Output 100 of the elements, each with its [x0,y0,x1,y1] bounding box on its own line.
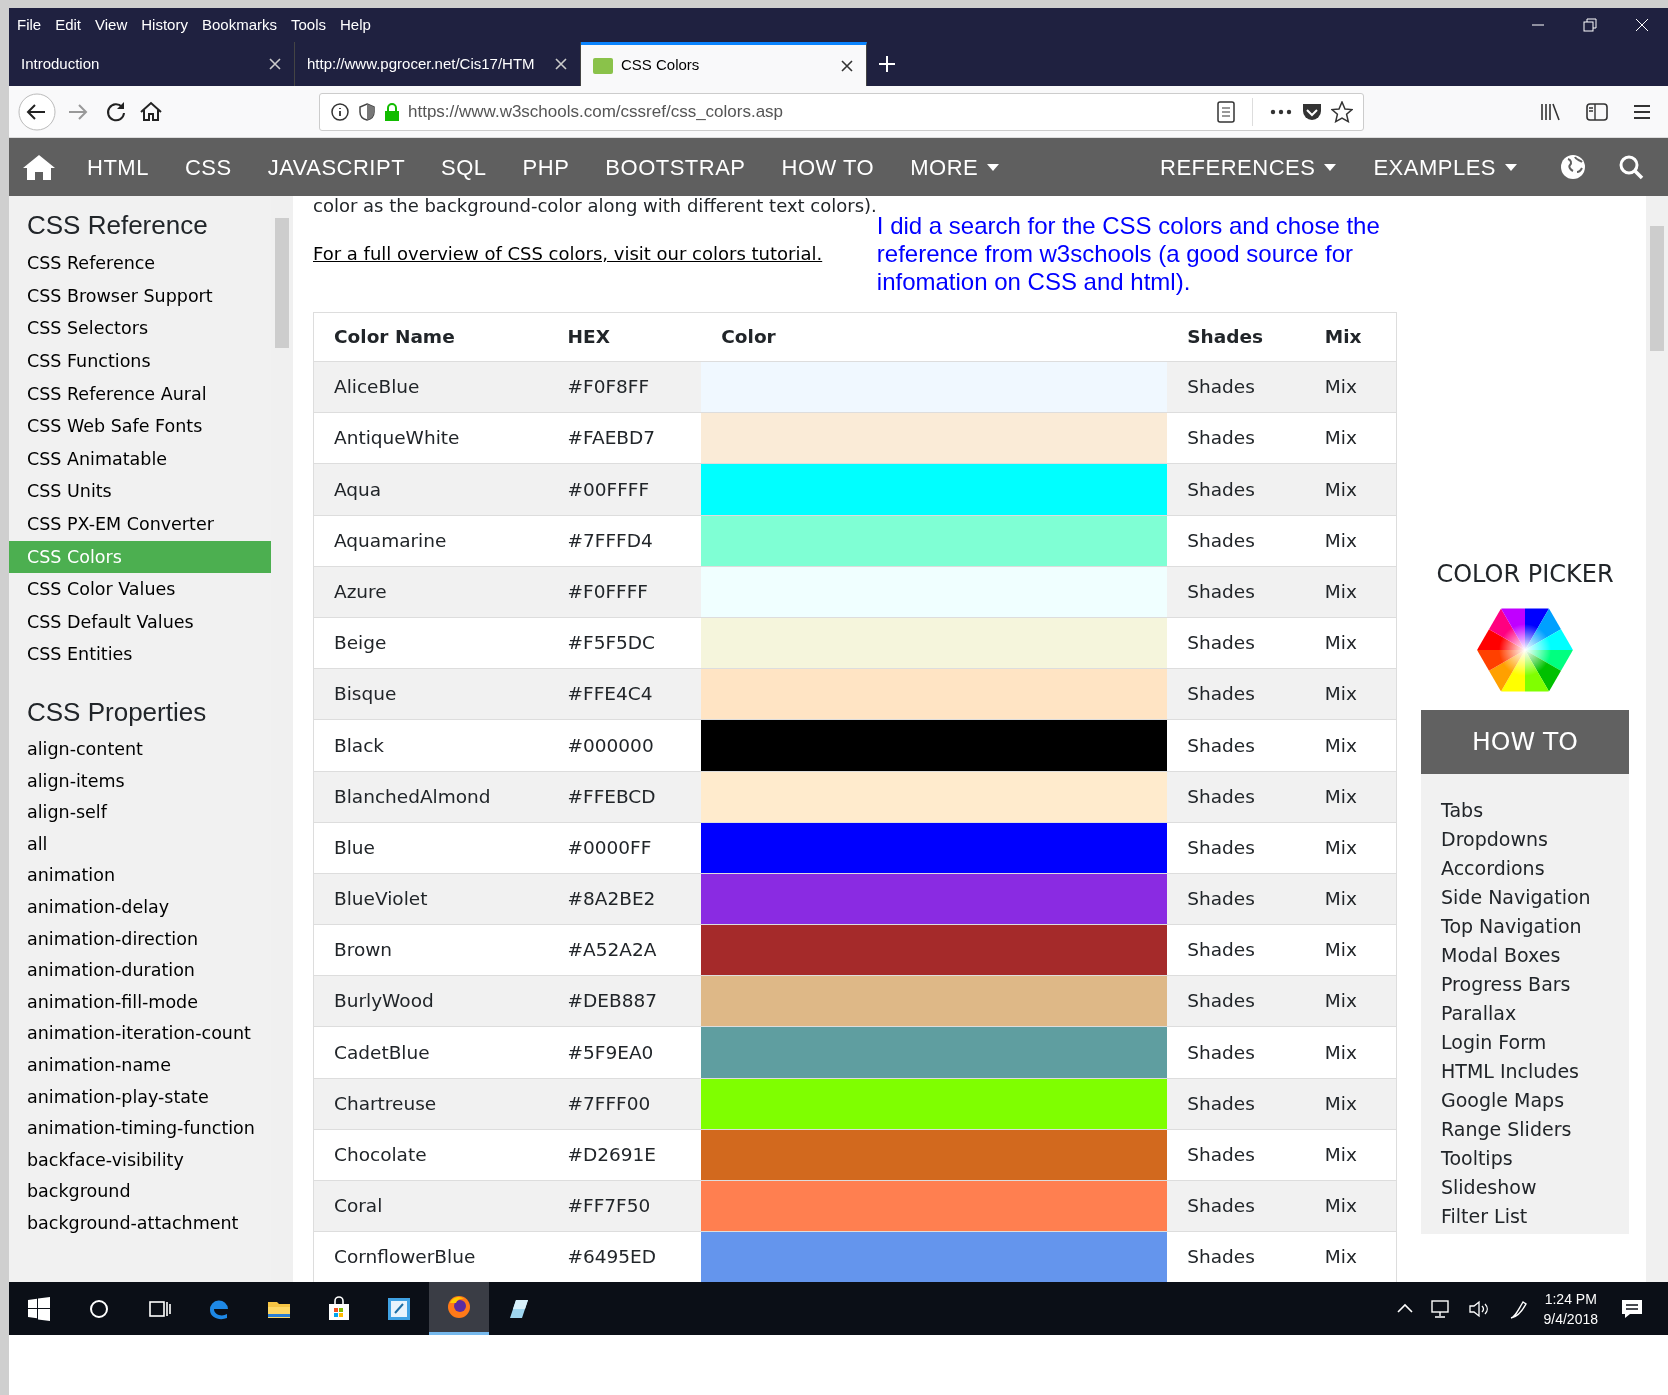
nav-link[interactable]: PHP [504,150,588,184]
sidebar-link[interactable]: backface-visibility [9,1144,271,1177]
color-name-link[interactable]: Beige [334,632,387,654]
howto-link[interactable]: Filter List [1441,1202,1609,1231]
color-name-link[interactable]: Bisque [334,683,397,705]
color-name-link[interactable]: CadetBlue [334,1041,430,1063]
sidebar-link[interactable]: animation [9,860,271,893]
globe-icon[interactable] [1560,154,1586,180]
hex-link[interactable]: #0000FF [567,836,652,858]
shades-link[interactable]: Shades [1187,478,1255,500]
pocket-icon[interactable] [1301,101,1323,122]
sidebar-link[interactable]: CSS PX-EM Converter [9,507,271,541]
nav-link[interactable]: CSS [166,150,250,184]
shades-link[interactable]: Shades [1187,580,1255,602]
scrollbar[interactable] [1646,196,1668,1282]
sidebar-link[interactable]: CSS Animatable [9,442,271,476]
hex-link[interactable]: #F0F8FF [567,376,650,398]
hex-link[interactable]: #7FFFD4 [567,529,653,551]
howto-link[interactable]: Tooltips [1441,1144,1609,1173]
nav-link[interactable]: HTML [69,150,167,184]
hex-link[interactable]: #5F9EA0 [567,1041,654,1063]
address-bar[interactable]: https://www.w3schools.com/cssref/css_colors.asp [319,92,1364,131]
hex-link[interactable]: #8A2BE2 [567,888,656,910]
mix-link[interactable]: Mix [1324,427,1357,449]
restore-icon[interactable] [1583,18,1597,32]
shades-link[interactable]: Shades [1187,632,1255,654]
howto-link[interactable]: Parallax [1441,999,1609,1028]
sidebar-icon[interactable] [1586,101,1608,122]
hex-link[interactable]: #000000 [567,734,654,756]
shades-link[interactable]: Shades [1187,376,1255,398]
color-name-link[interactable]: AntiqueWhite [334,427,460,449]
color-name-link[interactable]: CornflowerBlue [334,1246,476,1268]
sidebar-link[interactable]: CSS Entities [9,638,271,671]
shades-link[interactable]: Shades [1187,1092,1255,1114]
shades-link[interactable]: Shades [1187,836,1255,858]
howto-link[interactable]: Dropdowns [1441,825,1609,854]
menu-item[interactable]: View [95,13,128,37]
scrollbar[interactable] [271,196,293,1282]
shield-icon[interactable] [358,101,376,122]
sidebar-link[interactable]: animation-timing-function [9,1113,271,1145]
color-name-link[interactable]: Aquamarine [334,529,447,551]
howto-link[interactable]: Range Sliders [1441,1115,1609,1144]
hex-link[interactable]: #D2691E [567,1144,657,1166]
sidebar-link[interactable]: CSS Units [9,475,271,508]
shades-link[interactable]: Shades [1187,888,1255,910]
sidebar-link[interactable]: CSS Reference Aural [9,377,271,411]
mix-link[interactable]: Mix [1324,683,1357,705]
mix-link[interactable]: Mix [1324,580,1357,602]
howto-link[interactable]: Top Navigation [1441,912,1609,941]
shopping-bag-icon[interactable] [326,1295,352,1322]
sidebar-link[interactable]: CSS Browser Support [9,279,271,313]
color-picker-drawing[interactable] [1475,608,1575,692]
start-icon[interactable] [26,1295,52,1322]
menu-item[interactable]: Bookmarks [201,13,277,37]
shades-link[interactable]: Shades [1187,1195,1255,1217]
sidebar-link[interactable]: background [9,1176,271,1208]
howto-link[interactable]: Google Maps [1441,1086,1609,1115]
nav-link[interactable]: HOW TO [763,150,893,184]
sidebar-link[interactable]: background-attachment [9,1208,271,1240]
howto-link[interactable]: Progress Bars [1441,970,1609,999]
howto-link[interactable]: HTML Includes [1441,1057,1609,1086]
reader-view-icon[interactable] [1216,100,1236,123]
color-name-link[interactable]: BlueViolet [334,888,428,910]
mix-link[interactable]: Mix [1324,990,1357,1012]
sidebar-link[interactable]: animation-play-state [9,1081,271,1114]
sidebar-link[interactable]: animation-fill-mode [9,986,271,1019]
nav-link[interactable]: REFERENCES [1142,150,1356,184]
back-icon[interactable] [17,91,57,132]
nav-link[interactable]: SQL [423,150,505,184]
color-name-link[interactable]: Blue [334,836,375,858]
sidebar-link[interactable]: animation-direction [9,923,271,956]
info-icon[interactable] [330,101,350,122]
howto-link[interactable]: Login Form [1441,1028,1609,1057]
shades-link[interactable]: Shades [1187,1041,1255,1063]
sidebar-link[interactable]: align-self [9,797,271,829]
color-name-link[interactable]: Chartreuse [334,1092,437,1114]
hex-link[interactable]: #FAEBD7 [567,427,656,449]
shades-link[interactable]: Shades [1187,529,1255,551]
sidebar-link[interactable]: CSS Reference [9,247,271,280]
sidebar-link[interactable]: all [9,828,271,861]
shades-link[interactable]: Shades [1187,734,1255,756]
sidebar-link[interactable]: CSS Functions [9,344,271,378]
mix-link[interactable]: Mix [1324,734,1357,756]
notepad-icon[interactable] [386,1295,412,1322]
mix-link[interactable]: Mix [1324,529,1357,551]
firefox-icon[interactable] [446,1294,472,1320]
mix-link[interactable]: Mix [1324,1246,1357,1268]
sidebar-link[interactable]: CSS Web Safe Fonts [9,410,271,443]
color-name-link[interactable]: Chocolate [334,1144,427,1166]
color-name-link[interactable]: BurlyWood [334,990,434,1012]
mix-link[interactable]: Mix [1324,1195,1357,1217]
hex-link[interactable]: #00FFFF [567,478,650,500]
lock-icon[interactable] [384,101,400,122]
hex-link[interactable]: #FFEBCD [567,785,656,807]
sidebar-link[interactable]: CSS Default Values [9,605,271,639]
sidebar-link[interactable]: align-items [9,765,271,798]
color-name-link[interactable]: Azure [334,580,387,602]
shades-link[interactable]: Shades [1187,427,1255,449]
network-icon[interactable] [1429,1298,1452,1319]
howto-link[interactable]: Modal Boxes [1441,941,1609,970]
